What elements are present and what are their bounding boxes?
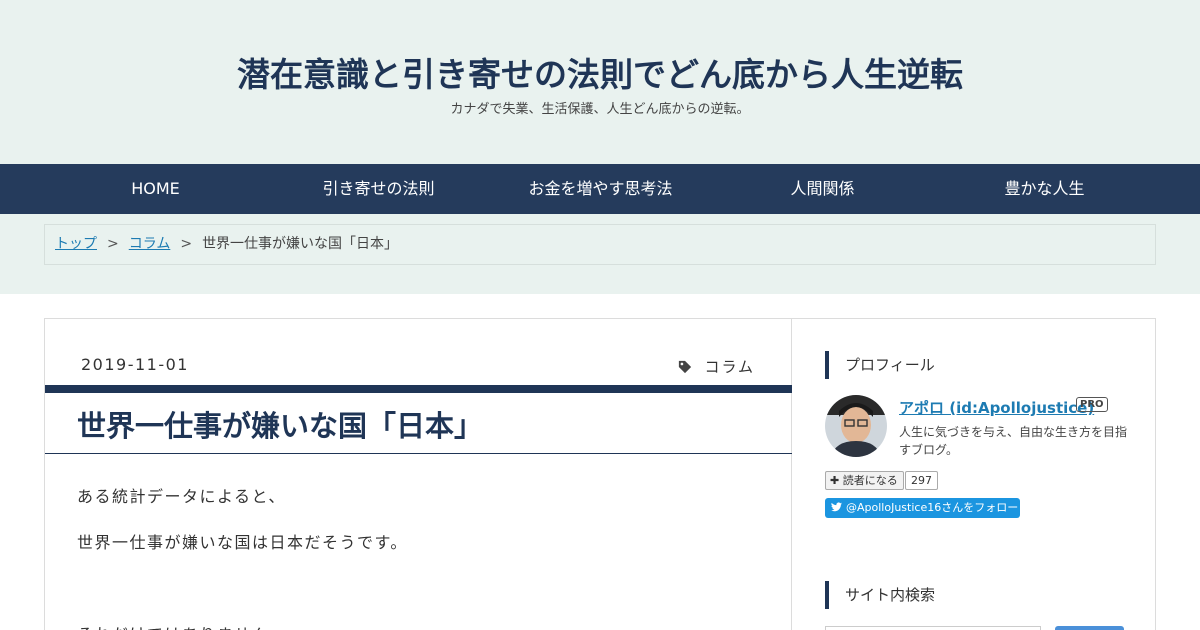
site-search-input[interactable] xyxy=(825,626,1041,630)
sidebar: プロフィール アポロ (id:Apollojustice) PRO 人生に気づき… xyxy=(793,319,1156,630)
breadcrumb-separator: > xyxy=(180,236,193,252)
nav-item-relationships[interactable]: 人間関係 xyxy=(711,164,934,214)
entry-paragraph: ある統計データによると、 xyxy=(77,487,286,506)
site-search-button[interactable] xyxy=(1055,626,1124,630)
subscribe-label: 読者になる xyxy=(842,474,898,487)
nav-item-money-mindset[interactable]: お金を増やす思考法 xyxy=(489,164,712,214)
breadcrumb-category-link[interactable]: コラム xyxy=(129,236,171,252)
twitter-bird-icon xyxy=(831,502,842,512)
entry-paragraph: 世界一仕事が嫌いな国は日本だそうです。 xyxy=(77,533,408,552)
profile-description: 人生に気づきを与え、自由な生き方を目指すブログ。 xyxy=(899,425,1128,457)
site-header: 潜在意識と引き寄せの法則でどん底から人生逆転 カナダで失業、生活保護、人生どん底… xyxy=(0,0,1200,164)
reader-count: 297 xyxy=(905,471,938,490)
profile-heading: プロフィール xyxy=(825,351,935,379)
plus-icon: ✚ xyxy=(830,474,840,487)
title-accent-bar xyxy=(45,385,792,393)
entry-date[interactable]: 2019-11-01 xyxy=(81,355,189,374)
entry-title[interactable]: 世界一仕事が嫌いな国「日本」 xyxy=(77,403,483,445)
site-description: カナダで失業、生活保護、人生どん底からの逆転。 xyxy=(450,102,750,117)
avatar-image xyxy=(825,395,887,457)
search-heading: サイト内検索 xyxy=(825,581,935,609)
content-wrapper: 2019-11-01 コラム 世界一仕事が嫌いな国「日本」 ある統計データによる… xyxy=(44,318,1156,630)
twitter-follow-button[interactable]: @ApolloJustice16さんをフォロー xyxy=(825,498,1020,518)
profile-name-link[interactable]: アポロ (id:Apollojustice) xyxy=(899,397,1094,418)
breadcrumb-current: 世界一仕事が嫌いな国「日本」 xyxy=(202,236,399,252)
entry-category[interactable]: コラム xyxy=(678,356,755,377)
title-divider xyxy=(45,453,792,454)
entry-article: 2019-11-01 コラム 世界一仕事が嫌いな国「日本」 ある統計データによる… xyxy=(45,319,792,630)
site-title[interactable]: 潜在意識と引き寄せの法則でどん底から人生逆転 xyxy=(0,48,1200,96)
twitter-follow-label: @ApolloJustice16さんをフォロー xyxy=(846,501,1019,514)
breadcrumb: トップ > コラム > 世界一仕事が嫌いな国「日本」 xyxy=(44,224,1156,265)
entry-paragraph: それだけではありません。 xyxy=(77,621,287,630)
nav-item-law-of-attraction[interactable]: 引き寄せの法則 xyxy=(267,164,490,214)
pro-badge: PRO xyxy=(1076,397,1108,412)
profile-avatar[interactable] xyxy=(825,395,887,457)
nav-item-home[interactable]: HOME xyxy=(44,164,267,214)
breadcrumb-top-link[interactable]: トップ xyxy=(55,236,97,252)
nav-item-rich-life[interactable]: 豊かな人生 xyxy=(933,164,1156,214)
entry-category-label: コラム xyxy=(704,358,755,376)
tag-icon xyxy=(679,360,692,373)
subscribe-button[interactable]: ✚ 読者になる xyxy=(825,471,904,490)
global-nav: HOME 引き寄せの法則 お金を増やす思考法 人間関係 豊かな人生 xyxy=(0,164,1200,214)
breadcrumb-separator: > xyxy=(107,236,119,252)
